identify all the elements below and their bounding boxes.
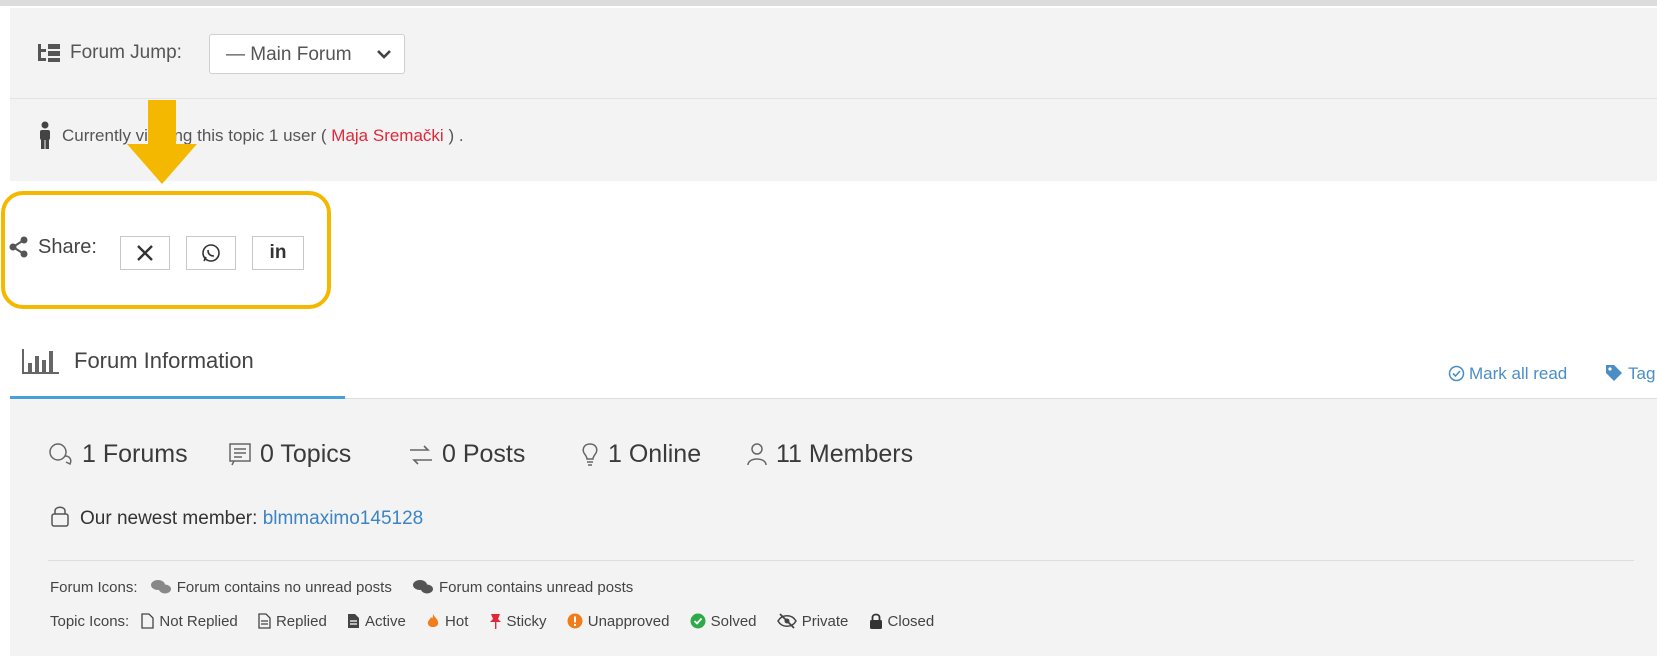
legend-no-unread: Forum contains no unread posts [176, 579, 392, 596]
bar-chart-icon [22, 349, 59, 374]
stat-members-value: 11 Members [776, 440, 914, 468]
legend-unread: Forum contains unread posts [439, 579, 634, 596]
legend-hot: Hot [445, 613, 469, 630]
legend-unapproved: Unapproved [587, 613, 670, 630]
file-lines-icon [258, 613, 271, 629]
topic-icons-label: Topic Icons: [50, 613, 130, 630]
forum-jump-select[interactable]: — Main Forum [209, 34, 405, 74]
exclamation-circle-icon [567, 613, 583, 629]
forum-icons-legend: Forum Icons: Forum contains no unread po… [50, 579, 641, 596]
sitemap-icon [38, 44, 60, 62]
forum-icons-label: Forum Icons: [50, 579, 138, 596]
viewing-text: Currently viewing this topic 1 user ( Ma… [62, 126, 464, 146]
whatsapp-icon [202, 244, 220, 262]
legend-item: Hot [426, 613, 468, 630]
lightbulb-icon [582, 443, 598, 466]
chat-bubbles-icon [49, 443, 72, 466]
user-icon [747, 443, 767, 466]
eye-slash-icon [776, 613, 797, 629]
reply-arrows-icon [410, 445, 432, 465]
legend-item: Sticky [489, 613, 547, 630]
file-outline-icon [141, 613, 155, 629]
legend-item: Private [776, 613, 849, 630]
mark-all-read-link[interactable]: Mark all read [1448, 364, 1567, 384]
person-icon [40, 121, 50, 149]
forum-jump-label: Forum Jump: [70, 42, 182, 63]
stat-posts: 0 Posts [408, 440, 525, 469]
legend-item: Forum contains unread posts [412, 579, 633, 596]
viewing-panel: Currently viewing this topic 1 user ( Ma… [10, 99, 1657, 181]
share-icon [9, 236, 28, 258]
legend-not-replied: Not Replied [159, 613, 238, 630]
newest-member-line: Our newest member: blmmaximo145128 [50, 505, 423, 530]
stat-topics: 0 Topics [228, 440, 351, 469]
top-divider [0, 0, 1657, 6]
newest-member-label: Our newest member: [80, 508, 258, 529]
mark-all-read-label: Mark all read [1469, 364, 1568, 383]
document-list-icon [229, 443, 251, 466]
stat-online: 1 Online [580, 440, 701, 469]
legend-item: Closed [869, 613, 935, 630]
topic-icons-legend: Topic Icons: Not Replied Replied Active … [50, 613, 942, 630]
legend-closed: Closed [887, 613, 935, 630]
thumbtack-icon [489, 614, 501, 629]
viewing-suffix: ) . [448, 126, 464, 145]
share-label: Share: [38, 236, 97, 258]
stat-forums: 1 Forums [48, 440, 188, 469]
share-whatsapp-button[interactable] [186, 236, 236, 270]
legend-item: Solved [690, 613, 757, 630]
share-x-button[interactable] [120, 236, 170, 270]
file-solid-icon [348, 614, 359, 628]
stat-members: 11 Members [746, 440, 913, 469]
stat-online-value: 1 Online [608, 440, 702, 468]
fire-icon [427, 614, 439, 627]
legend-private: Private [801, 613, 849, 630]
tags-link[interactable]: Tag [1605, 364, 1655, 384]
share-linkedin-button[interactable]: in [252, 236, 304, 270]
lock-icon [51, 506, 69, 527]
legend-active: Active [365, 613, 406, 630]
tags-label: Tag [1628, 364, 1656, 383]
legend-item: Not Replied [141, 613, 238, 630]
comments-gray-icon [150, 580, 171, 594]
x-twitter-icon [137, 245, 153, 261]
forum-jump-selected: — Main Forum [226, 44, 352, 65]
tag-icon [1606, 365, 1622, 381]
lock-solid-icon [869, 613, 882, 629]
chevron-down-icon [377, 50, 391, 59]
legend-sticky: Sticky [506, 613, 547, 630]
stat-posts-value: 0 Posts [442, 440, 526, 468]
legend-divider [48, 560, 1634, 561]
legend-item: Forum contains no unread posts [150, 579, 392, 596]
forum-information-title: Forum Information [74, 348, 254, 373]
legend-item: Unapproved [567, 613, 670, 630]
check-circle-icon [1448, 365, 1465, 382]
linkedin-icon: in [269, 242, 287, 263]
legend-replied: Replied [275, 613, 327, 630]
comments-dark-icon [413, 580, 433, 594]
annotation-arrow-icon [127, 100, 197, 184]
newest-member-link[interactable]: blmmaximo145128 [263, 508, 424, 529]
legend-item: Active [347, 613, 406, 630]
legend-solved: Solved [710, 613, 757, 630]
viewing-user-link[interactable]: Maja Sremački [331, 126, 443, 145]
stat-forums-value: 1 Forums [82, 440, 188, 468]
legend-item: Replied [258, 613, 327, 630]
forum-jump-panel: Forum Jump: — Main Forum [10, 8, 1657, 99]
stat-topics-value: 0 Topics [260, 440, 352, 468]
check-circle-solid-icon [690, 613, 706, 629]
